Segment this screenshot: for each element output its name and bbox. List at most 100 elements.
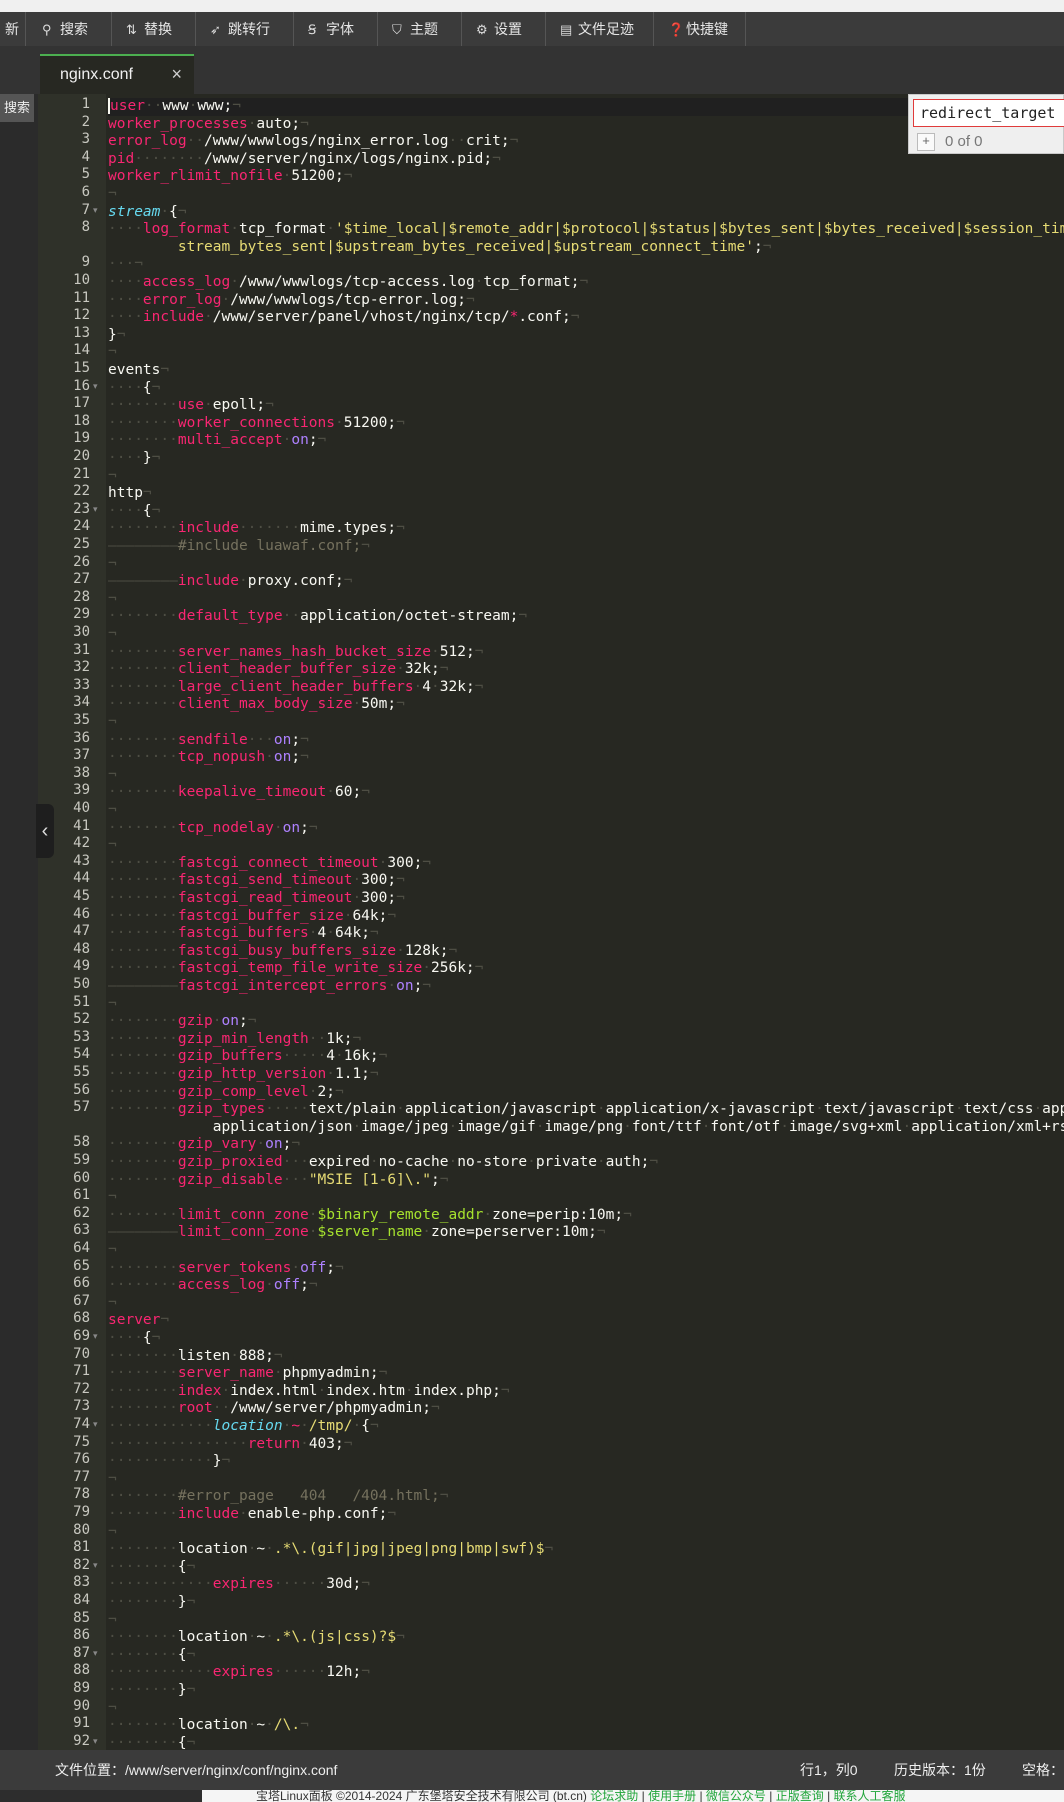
code-line: ¬ (108, 555, 117, 572)
line-number: 70 (73, 1345, 90, 1362)
line-number: 92 (73, 1732, 90, 1749)
toolbar-button-help[interactable]: ❓ 快捷键 (654, 12, 746, 46)
fold-toggle-icon[interactable]: ▾ (93, 378, 98, 396)
cursor-position: 行1，列0 (800, 1762, 858, 1778)
code-line: http¬ (108, 485, 152, 502)
close-icon[interactable]: × (171, 56, 182, 92)
toolbar-button-theme[interactable]: ⛉ 主题 (378, 12, 462, 46)
code-line: server¬ (108, 1312, 170, 1329)
line-number: 13 (73, 324, 90, 341)
side-search-button[interactable]: 搜索 (0, 94, 34, 122)
line-number: 38 (73, 764, 90, 781)
code-line: ········tcp_nodelay·on;¬ (108, 819, 318, 836)
code-line: ····access_log·/www/wwwlogs/tcp-access.l… (108, 274, 589, 290)
expand-replace-button[interactable]: + (917, 133, 935, 151)
footer-separator: | (823, 1790, 834, 1802)
toolbar-button-replace[interactable]: ⇅ 替换 (112, 12, 196, 46)
fold-toggle-icon[interactable]: ▾ (93, 1416, 98, 1434)
line-number: 64 (73, 1240, 90, 1256)
footer-text: 宝塔Linux面板 ©2014-2024 广东堡塔安全技术有限公司 (bt.cn… (256, 1790, 906, 1802)
code-line: ········}¬ (108, 1682, 196, 1698)
toolbar-button-label: 搜索 (60, 21, 88, 37)
code-editor[interactable]: user··www·www;¬ worker_processes·auto;¬ er… (108, 94, 1064, 1750)
toolbar-new-button[interactable]: 新 (0, 12, 26, 46)
line-number: 11 (73, 289, 90, 306)
line-number: 45 (73, 888, 90, 904)
toolbar-button-history[interactable]: ▤ 文件足迹 (546, 12, 654, 46)
line-number: 16 (73, 377, 90, 394)
code-line: ········gzip_comp_level·2;¬ (108, 1083, 344, 1100)
editor-toolbar: 新 ⚲ 搜索 ⇅ 替换 ➶ 跳转行 Ꞩ 字体 ⛉ 主题 ⚙ 设置 ▤ 文件足迹 ❓ 快捷键 (0, 12, 1064, 47)
fold-toggle-icon[interactable]: ▾ (93, 1328, 98, 1346)
line-number: 57 (73, 1099, 90, 1116)
code-line: ········fastcgi_connect_timeout·300;¬ (108, 854, 432, 871)
line-number: 32 (73, 659, 90, 676)
code-line: }¬ (108, 326, 126, 343)
line-number: 81 (73, 1539, 90, 1556)
footer-link[interactable]: 使用手册 (648, 1790, 696, 1802)
code-line: ········{¬ (108, 1646, 196, 1663)
line-number: 53 (73, 1028, 90, 1045)
code-line: ¬ (108, 1523, 117, 1540)
line-number: 47 (73, 923, 90, 940)
code-line: ····{¬ (108, 502, 161, 519)
footer-link[interactable]: 联系人工客服 (834, 1790, 906, 1802)
code-line: ········large_client_header_buffers·4·32… (108, 678, 484, 695)
footer-separator: | (765, 1790, 776, 1802)
fold-toggle-icon[interactable]: ▾ (93, 1733, 98, 1751)
line-number: 10 (73, 272, 90, 288)
footer-link[interactable]: 论坛求助 (590, 1790, 638, 1802)
code-line: ········limit_conn_zone·$binary_remote_a… (108, 1206, 632, 1223)
fold-toggle-icon[interactable]: ▾ (93, 1645, 98, 1663)
toolbar-button-label: 跳转行 (228, 21, 270, 37)
code-line: ········location·~·/\.¬ (108, 1717, 309, 1734)
line-number: 27 (73, 571, 90, 588)
line-number: 85 (73, 1609, 90, 1626)
toolbar-button-goto[interactable]: ➶ 跳转行 (196, 12, 294, 46)
code-line: ········#error_page 404 /404.html;¬ (108, 1488, 449, 1505)
line-number: 63 (73, 1222, 90, 1239)
tab-nginx-conf[interactable]: nginx.conf × (40, 54, 194, 94)
line-number: 87 (73, 1644, 90, 1661)
code-line: ········{¬ (108, 1558, 196, 1575)
code-line: ········server_tokens·off;¬ (108, 1259, 344, 1276)
search-input[interactable] (913, 99, 1064, 127)
code-line: error_log··/www/wwwlogs/nginx_error.log·… (108, 133, 519, 150)
code-line: ¬ (108, 467, 117, 484)
code-line: ········gzip·on;¬ (108, 1013, 257, 1030)
history-versions[interactable]: 历史版本：1份 (894, 1750, 986, 1790)
indent-setting[interactable]: 空格： (1022, 1750, 1064, 1790)
code-line: ¬ (108, 1189, 117, 1206)
code-line: ————————limit_conn_zone·$server_name·zon… (108, 1224, 606, 1241)
file-path: 文件位置：/www/server/nginx/conf/nginx.conf (55, 1750, 337, 1790)
line-number: 39 (73, 782, 90, 799)
code-line: ········server_name·phpmyadmin;¬ (108, 1365, 388, 1382)
footer-link[interactable]: 正版查询 (776, 1790, 824, 1802)
line-number: 74 (73, 1416, 90, 1432)
line-number: 76 (73, 1451, 90, 1468)
fold-toggle-icon[interactable]: ▾ (93, 501, 98, 519)
code-line: ········fastcgi_read_timeout·300;¬ (108, 890, 405, 906)
line-number: 51 (73, 993, 90, 1010)
chevron-left-icon[interactable]: ‹ (36, 804, 54, 858)
code-line: ········location·~·.*\.(gif|jpg|jpeg|png… (108, 1541, 554, 1558)
line-number: 91 (73, 1715, 90, 1732)
fold-toggle-icon[interactable]: ▾ (93, 1557, 98, 1575)
line-number: 49 (73, 958, 90, 975)
file-path-label: 文件位置： (55, 1762, 125, 1778)
code-line: ————————#include luawaf.conf;¬ (108, 538, 370, 554)
toolbar-button-font[interactable]: Ꞩ 字体 (294, 12, 378, 46)
tab-title: nginx.conf (60, 66, 133, 83)
code-line: ¬ (108, 995, 117, 1012)
toolbar-button-search[interactable]: ⚲ 搜索 (28, 12, 112, 46)
footer-link[interactable]: 微信公众号 (706, 1790, 766, 1802)
line-number: 28 (73, 588, 90, 605)
line-number: 84 (73, 1592, 90, 1608)
code-line: ············expires······30d;¬ (108, 1576, 370, 1593)
toolbar-button-gear[interactable]: ⚙ 设置 (462, 12, 546, 46)
code-line: ¬ (108, 1699, 117, 1716)
toolbar-button-label: 主题 (410, 21, 438, 37)
fold-toggle-icon[interactable]: ▾ (93, 202, 98, 220)
line-number: 44 (73, 870, 90, 887)
line-number: 72 (73, 1380, 90, 1397)
